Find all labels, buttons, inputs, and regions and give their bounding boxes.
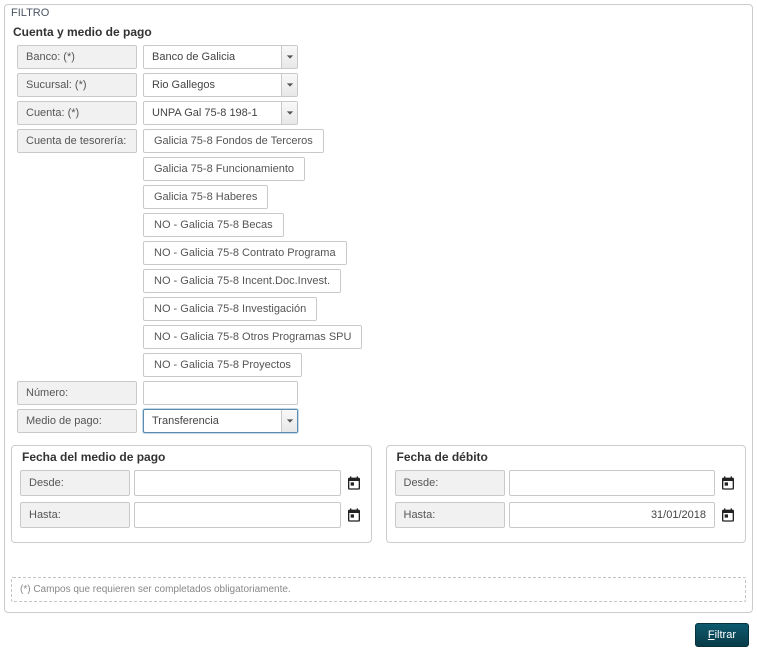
medio-value: Transferencia [152, 410, 281, 432]
tesoreria-item[interactable]: NO - Galicia 75-8 Contrato Programa [143, 241, 347, 265]
row-fm-desde: Desde: [20, 470, 363, 496]
section-fecha-debito: Fecha de débito Desde: Hasta: [386, 445, 747, 543]
calendar-icon[interactable] [719, 506, 737, 524]
section-fecha-medio: Fecha del medio de pago Desde: Hasta: [11, 445, 372, 543]
tesoreria-item[interactable]: NO - Galicia 75-8 Otros Programas SPU [143, 325, 362, 349]
banco-label: Banco: (*) [17, 45, 137, 69]
filtrar-button[interactable]: Filtrar [695, 623, 749, 647]
calendar-icon[interactable] [345, 506, 363, 524]
date-sections: Fecha del medio de pago Desde: Hasta: Fe… [11, 445, 746, 543]
tesoreria-item[interactable]: NO - Galicia 75-8 Becas [143, 213, 284, 237]
numero-label: Número: [17, 381, 137, 405]
filter-panel: FILTRO Cuenta y medio de pago Banco: (*)… [4, 4, 753, 613]
fm-hasta-label: Hasta: [20, 502, 130, 528]
tesoreria-item[interactable]: NO - Galicia 75-8 Incent.Doc.Invest. [143, 269, 341, 293]
row-fd-desde: Desde: [395, 470, 738, 496]
medio-select[interactable]: Transferencia [143, 409, 298, 433]
tesoreria-item[interactable]: Galicia 75-8 Haberes [143, 185, 268, 209]
sucursal-label: Sucursal: (*) [17, 73, 137, 97]
calendar-icon[interactable] [345, 474, 363, 492]
row-banco: Banco: (*) Banco de Galicia [11, 45, 746, 69]
required-footnote: (*) Campos que requieren ser completados… [11, 577, 746, 602]
section-title-fecha-medio: Fecha del medio de pago [20, 446, 363, 470]
numero-input[interactable] [143, 381, 298, 405]
row-numero: Número: [11, 381, 746, 405]
section-title-cuenta: Cuenta y medio de pago [11, 21, 746, 45]
tesoreria-item[interactable]: NO - Galicia 75-8 Proyectos [143, 353, 302, 377]
filter-title: FILTRO [11, 5, 746, 19]
cuenta-label: Cuenta: (*) [17, 101, 137, 125]
chevron-down-icon [281, 410, 297, 432]
calendar-icon[interactable] [719, 474, 737, 492]
tesoreria-item[interactable]: Galicia 75-8 Funcionamiento [143, 157, 305, 181]
banco-value: Banco de Galicia [152, 46, 281, 68]
chevron-down-icon [281, 46, 297, 68]
row-tesoreria: Cuenta de tesorería: Galicia 75-8 Fondos… [11, 129, 746, 377]
fm-desde-label: Desde: [20, 470, 130, 496]
row-medio: Medio de pago: Transferencia [11, 409, 746, 433]
tesoreria-item[interactable]: Galicia 75-8 Fondos de Terceros [143, 129, 324, 153]
row-fm-hasta: Hasta: [20, 502, 363, 528]
fd-hasta-input[interactable] [509, 502, 716, 528]
section-title-fecha-debito: Fecha de débito [395, 446, 738, 470]
row-cuenta: Cuenta: (*) UNPA Gal 75-8 198-1 [11, 101, 746, 125]
row-fd-hasta: Hasta: [395, 502, 738, 528]
cuenta-value: UNPA Gal 75-8 198-1 [152, 102, 281, 124]
tesoreria-item[interactable]: NO - Galicia 75-8 Investigación [143, 297, 317, 321]
sucursal-select[interactable]: Rio Gallegos [143, 73, 298, 97]
fm-hasta-input[interactable] [134, 502, 341, 528]
chevron-down-icon [281, 74, 297, 96]
fd-hasta-label: Hasta: [395, 502, 505, 528]
chevron-down-icon [281, 102, 297, 124]
fm-desde-input[interactable] [134, 470, 341, 496]
section-cuenta: Cuenta y medio de pago Banco: (*) Banco … [11, 21, 746, 433]
action-bar: Filtrar [4, 613, 753, 651]
sucursal-value: Rio Gallegos [152, 74, 281, 96]
cuenta-select[interactable]: UNPA Gal 75-8 198-1 [143, 101, 298, 125]
tesoreria-list: Galicia 75-8 Fondos de Terceros Galicia 7… [143, 129, 362, 377]
fd-desde-label: Desde: [395, 470, 505, 496]
medio-label: Medio de pago: [17, 409, 137, 433]
row-sucursal: Sucursal: (*) Rio Gallegos [11, 73, 746, 97]
fd-desde-input[interactable] [509, 470, 716, 496]
banco-select[interactable]: Banco de Galicia [143, 45, 298, 69]
tesoreria-label: Cuenta de tesorería: [17, 129, 137, 153]
